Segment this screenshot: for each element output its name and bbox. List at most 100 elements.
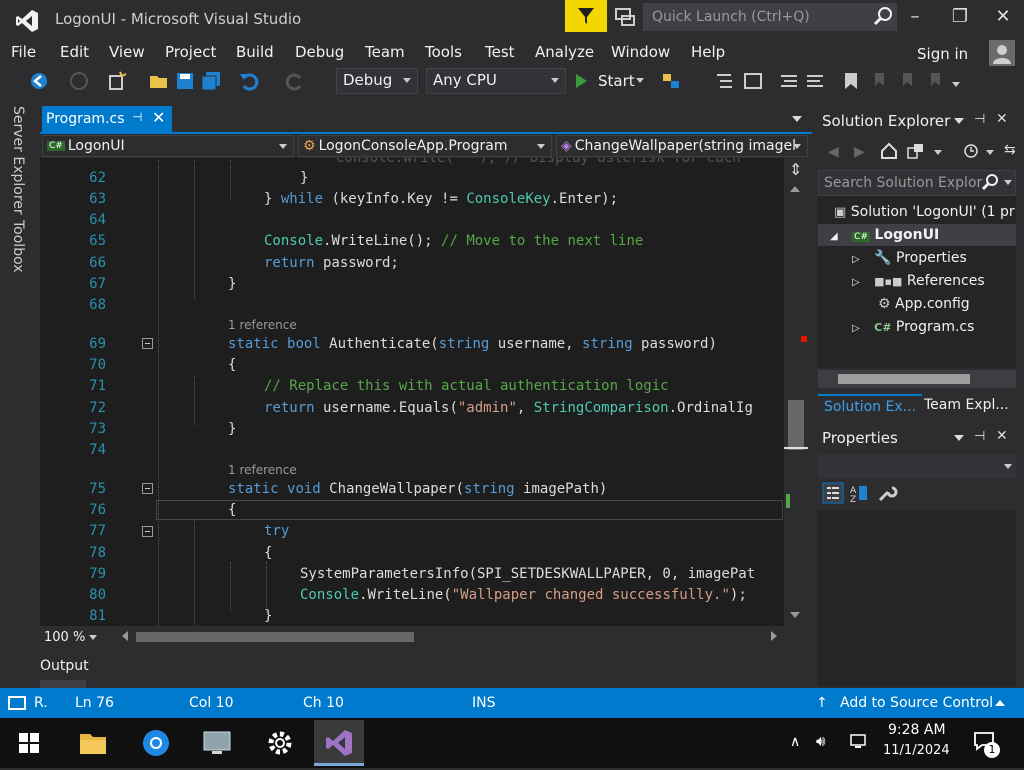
scroll-up-icon[interactable] bbox=[790, 186, 800, 192]
horizontal-scroll-thumb[interactable] bbox=[136, 632, 414, 642]
collapse-region-icon[interactable] bbox=[142, 483, 153, 494]
search-icon[interactable] bbox=[980, 172, 1000, 192]
editor-scroll-thumb[interactable] bbox=[788, 400, 804, 450]
editor-vertical-scrollbar[interactable] bbox=[784, 158, 812, 626]
start-debugging-button[interactable]: Start bbox=[598, 72, 635, 90]
tab-team-explorer[interactable]: Team Expl... bbox=[918, 394, 1015, 420]
show-hidden-icons-chevron-icon[interactable]: ∧ bbox=[790, 734, 800, 750]
open-file-icon[interactable] bbox=[148, 70, 170, 92]
feedback-filter-button[interactable] bbox=[565, 0, 607, 32]
close-button[interactable]: ✕ bbox=[983, 4, 1023, 30]
navigate-back-icon[interactable] bbox=[28, 70, 50, 92]
pin-icon[interactable]: ⊣ bbox=[132, 110, 142, 124]
notifications-panel-icon[interactable] bbox=[6, 695, 28, 711]
navigate-forward-icon[interactable] bbox=[68, 70, 90, 92]
tab-solution-explorer[interactable]: Solution Ex... bbox=[818, 394, 922, 420]
account-avatar[interactable] bbox=[989, 40, 1015, 66]
network-icon[interactable] bbox=[848, 732, 870, 752]
start-play-icon[interactable] bbox=[576, 74, 587, 88]
type-dropdown[interactable]: ⚙ LogonConsoleApp.Program bbox=[298, 135, 552, 157]
menu-window[interactable]: Window bbox=[611, 43, 670, 61]
close-panel-icon[interactable]: ✕ bbox=[996, 428, 1008, 444]
clear-bookmarks-icon[interactable] bbox=[926, 70, 948, 92]
menu-project[interactable]: Project bbox=[165, 43, 216, 61]
menu-test[interactable]: Test bbox=[485, 43, 515, 61]
taskbar-time[interactable]: 9:28 AM bbox=[888, 722, 946, 738]
split-editor-icon[interactable]: ⇕ bbox=[789, 160, 802, 179]
remote-desktop-app[interactable] bbox=[192, 720, 242, 766]
chevron-up-icon[interactable] bbox=[995, 700, 1005, 706]
uncomment-lines-icon[interactable] bbox=[804, 70, 826, 92]
chevron-down-icon[interactable] bbox=[1004, 180, 1012, 185]
codelens-references[interactable]: 1 reference bbox=[228, 318, 297, 332]
toolbar-overflow-icon[interactable] bbox=[952, 82, 960, 87]
window-position-dropdown-icon[interactable] bbox=[954, 435, 964, 441]
solution-scroll-thumb[interactable] bbox=[838, 374, 970, 384]
tree-item-project[interactable]: ◢ C# LogonUI bbox=[830, 227, 939, 243]
prev-bookmark-icon[interactable] bbox=[870, 70, 892, 92]
taskbar-date[interactable]: 11/1/2024 bbox=[883, 743, 950, 758]
collapse-region-icon[interactable] bbox=[142, 338, 153, 349]
close-panel-icon[interactable]: ✕ bbox=[996, 111, 1008, 127]
sign-in-link[interactable]: Sign in bbox=[917, 45, 968, 63]
back-icon[interactable]: ◀ bbox=[828, 144, 839, 160]
pin-icon[interactable]: ⊣ bbox=[974, 112, 985, 127]
tree-item-appconfig[interactable]: ⚙ App.config bbox=[878, 296, 970, 312]
categorized-icon[interactable] bbox=[822, 482, 844, 504]
switch-views-icon[interactable] bbox=[906, 142, 926, 160]
menu-view[interactable]: View bbox=[109, 43, 145, 61]
menu-edit[interactable]: Edit bbox=[60, 43, 89, 61]
zoom-level-dropdown[interactable]: 100 % bbox=[44, 630, 98, 645]
chevron-down-icon[interactable] bbox=[636, 78, 644, 83]
menu-help[interactable]: Help bbox=[691, 43, 725, 61]
new-item-icon[interactable] bbox=[106, 70, 128, 92]
property-pages-icon[interactable] bbox=[876, 482, 898, 504]
bookmark-icon[interactable] bbox=[840, 70, 862, 92]
browser-link-icon[interactable] bbox=[660, 70, 682, 92]
solution-platform-dropdown[interactable]: Any CPU bbox=[426, 68, 566, 94]
scroll-left-icon[interactable] bbox=[122, 631, 128, 641]
scroll-down-icon[interactable] bbox=[790, 612, 800, 618]
output-panel-tab[interactable]: Output bbox=[40, 658, 89, 674]
tree-item-programcs[interactable]: ▷ C# Program.cs bbox=[852, 319, 974, 335]
menu-debug[interactable]: Debug bbox=[295, 43, 344, 61]
member-dropdown[interactable]: ◈ ChangeWallpaper(string imagel bbox=[556, 135, 808, 157]
properties-object-dropdown[interactable] bbox=[818, 454, 1016, 478]
tab-list-dropdown-icon[interactable] bbox=[792, 116, 802, 122]
window-position-dropdown-icon[interactable] bbox=[954, 118, 964, 124]
send-feedback-icon[interactable] bbox=[612, 4, 638, 30]
add-to-source-control-button[interactable]: Add to Source Control bbox=[840, 695, 993, 711]
alphabetical-icon[interactable]: AZ bbox=[848, 482, 870, 504]
next-bookmark-icon[interactable] bbox=[898, 70, 920, 92]
chevron-down-icon[interactable] bbox=[934, 150, 942, 155]
codelens-references[interactable]: 1 reference bbox=[228, 463, 297, 477]
comment-lines-icon[interactable] bbox=[778, 70, 800, 92]
tree-item-references[interactable]: ▷ ■▪■ References bbox=[852, 273, 985, 289]
menu-tools[interactable]: Tools bbox=[425, 43, 462, 61]
windows-start-icon[interactable] bbox=[18, 732, 40, 754]
pending-changes-icon[interactable] bbox=[962, 142, 980, 160]
chrome-app[interactable] bbox=[131, 720, 181, 766]
search-icon[interactable] bbox=[872, 6, 894, 28]
scroll-right-icon[interactable] bbox=[771, 631, 777, 641]
undo-icon[interactable] bbox=[238, 70, 260, 92]
tree-item-solution[interactable]: ▣ Solution 'LogonUI' (1 pr bbox=[834, 204, 1015, 220]
menu-team[interactable]: Team bbox=[365, 43, 405, 61]
sync-icon[interactable]: ⇆ bbox=[1004, 142, 1016, 158]
solution-configuration-dropdown[interactable]: Debug bbox=[336, 68, 418, 94]
menu-analyze[interactable]: Analyze bbox=[535, 43, 594, 61]
redo-icon[interactable] bbox=[284, 70, 306, 92]
minimize-button[interactable]: – bbox=[895, 4, 935, 30]
project-dropdown[interactable]: C# LogonUI bbox=[42, 135, 294, 157]
collapse-region-icon[interactable] bbox=[142, 526, 153, 537]
server-explorer-tab[interactable]: Server Explorer bbox=[10, 106, 26, 215]
volume-icon[interactable]: 🔊︎ bbox=[816, 732, 825, 750]
menu-build[interactable]: Build bbox=[236, 43, 274, 61]
step-over-icon[interactable] bbox=[742, 70, 764, 92]
save-all-icon[interactable] bbox=[200, 70, 222, 92]
settings-app[interactable] bbox=[255, 720, 305, 766]
close-tab-icon[interactable]: ✕ bbox=[152, 108, 165, 127]
restore-button[interactable]: ❐ bbox=[940, 4, 980, 30]
step-into-icon[interactable] bbox=[714, 70, 736, 92]
file-explorer-app[interactable] bbox=[68, 720, 118, 766]
